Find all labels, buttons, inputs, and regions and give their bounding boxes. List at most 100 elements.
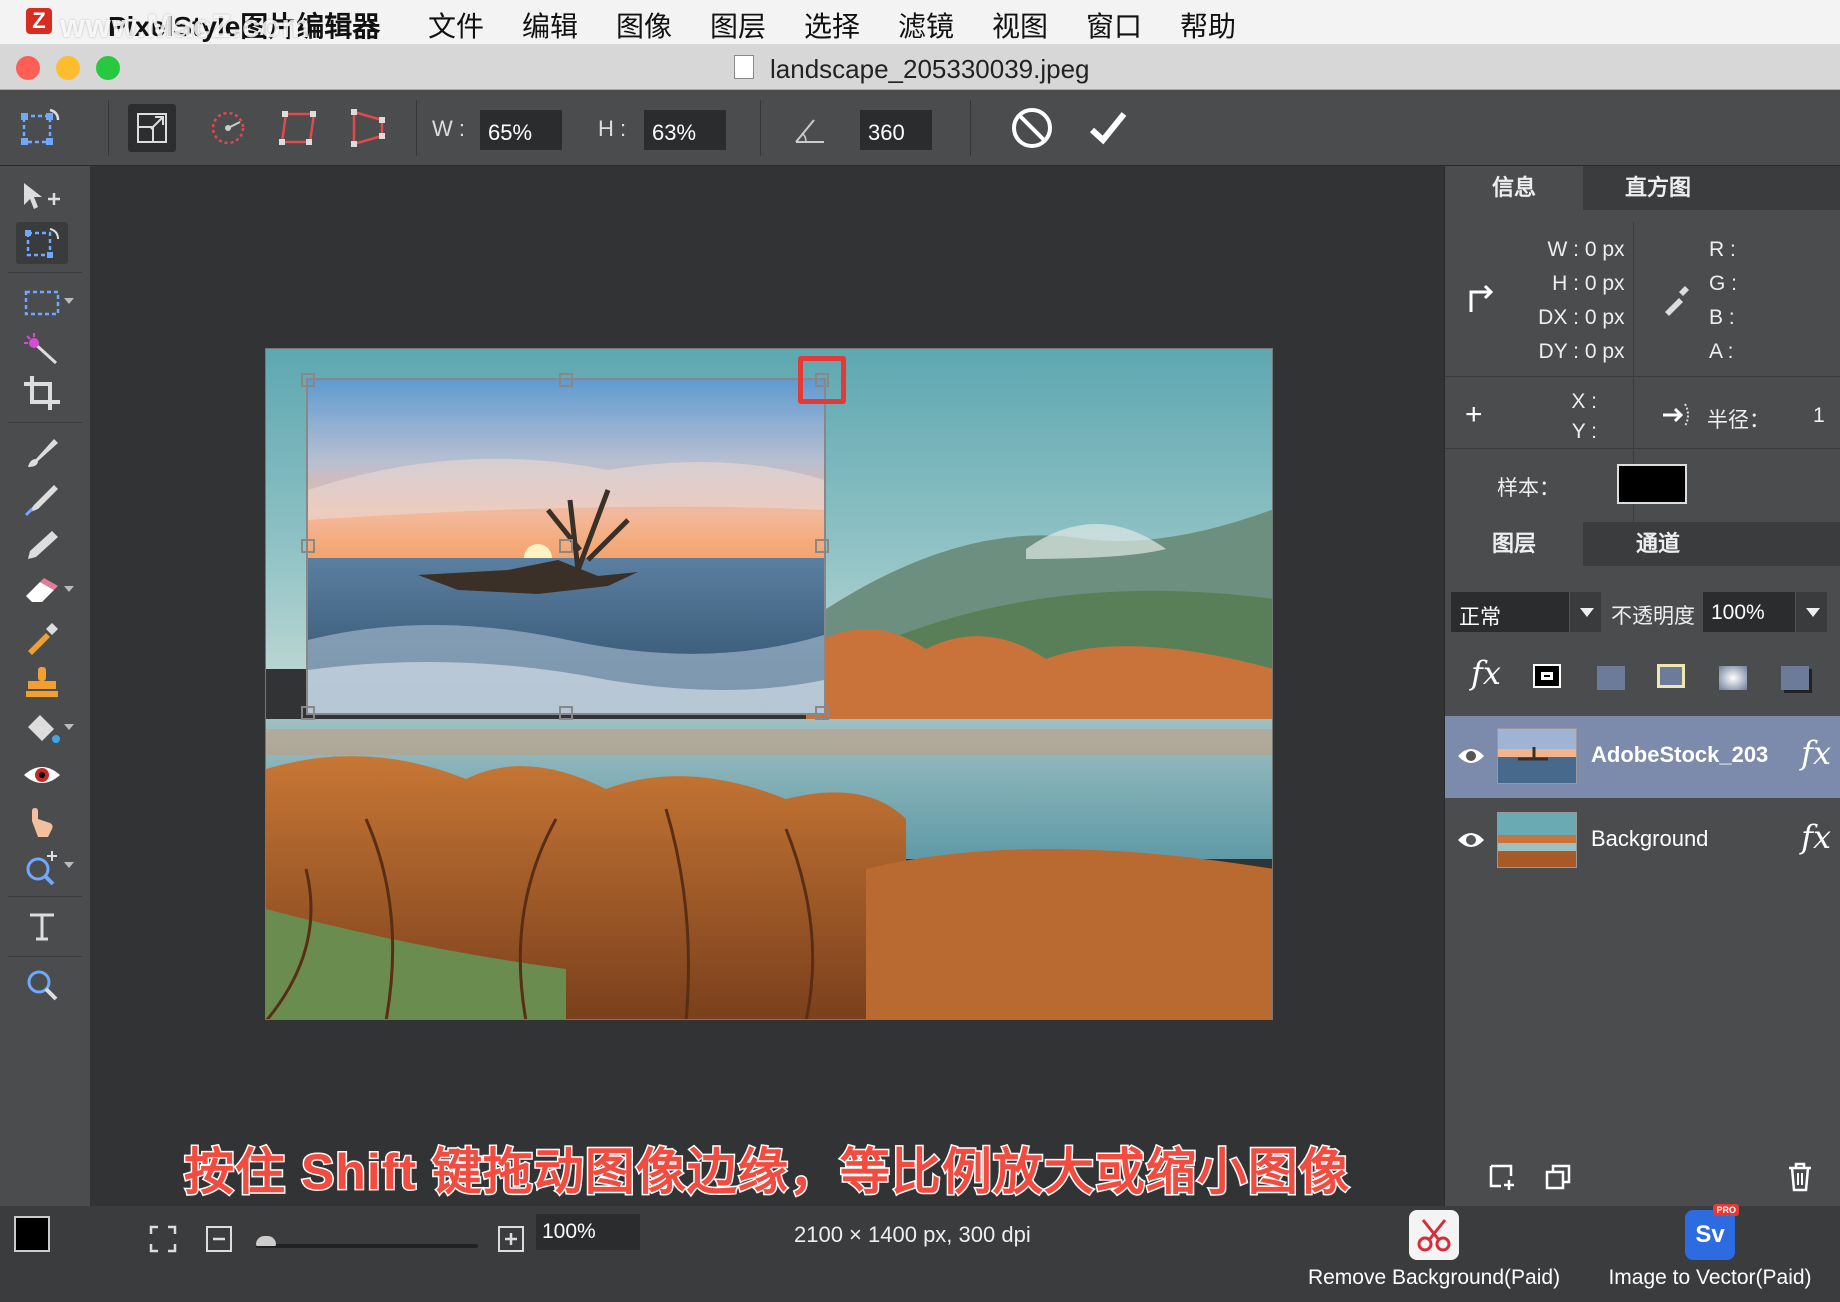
layer-effects-fx-icon[interactable]: fx — [1471, 654, 1501, 692]
opacity-select[interactable]: 100% — [1703, 592, 1827, 632]
zoom-out-icon[interactable] — [204, 1224, 234, 1254]
menu-window[interactable]: 窗口 — [1086, 5, 1142, 45]
zoom-tool-icon[interactable] — [16, 964, 68, 1006]
radius-value[interactable]: 1 — [1813, 404, 1825, 428]
width-percent-field[interactable]: 65% — [480, 110, 562, 150]
hand-tool-icon[interactable] — [16, 800, 68, 842]
angle-icon — [786, 104, 834, 152]
remove-background-button[interactable]: Remove Background(Paid) — [1294, 1210, 1574, 1290]
layer-fx-icon[interactable]: fx — [1801, 818, 1831, 856]
inner-glow-style-icon[interactable] — [1719, 666, 1747, 690]
tab-layers[interactable]: 图层 — [1445, 522, 1583, 566]
zoom-window-button[interactable] — [96, 56, 120, 80]
zoom-plus-tool-icon[interactable] — [16, 846, 74, 888]
height-label: H : — [598, 116, 627, 141]
sv-icon: Sv PRO — [1685, 1204, 1739, 1260]
minimize-window-button[interactable] — [56, 56, 80, 80]
blend-mode-select[interactable]: 正常 — [1451, 592, 1601, 632]
cancel-transform-icon[interactable] — [1008, 104, 1056, 152]
paint-bucket-tool-icon[interactable] — [16, 708, 74, 750]
layer-row-background[interactable]: Background fx — [1445, 800, 1840, 882]
sample-color-box[interactable] — [1617, 464, 1687, 504]
image-to-vector-button[interactable]: Sv PRO Image to Vector(Paid) — [1590, 1204, 1830, 1290]
zoom-slider-track[interactable] — [256, 1244, 478, 1248]
drop-shadow-style-icon[interactable] — [1781, 666, 1809, 690]
transform-tool-icon[interactable] — [16, 104, 64, 152]
blend-mode-caret-icon — [1569, 592, 1601, 632]
eyedropper-tool-icon[interactable] — [16, 616, 68, 658]
opacity-label: 不透明度 — [1611, 605, 1695, 628]
clone-stamp-tool-icon[interactable] — [16, 662, 68, 704]
outer-glow-style-icon[interactable] — [1657, 664, 1685, 688]
zoom-slider-thumb[interactable] — [256, 1236, 276, 1246]
transform-handle-top-middle[interactable] — [559, 373, 573, 387]
pencil-tool-icon[interactable] — [16, 524, 68, 566]
tab-histogram[interactable]: 直方图 — [1583, 166, 1733, 210]
layer-name[interactable]: AdobeStock_203 — [1591, 742, 1768, 768]
zoom-in-icon[interactable] — [496, 1224, 526, 1254]
fit-to-screen-icon[interactable] — [148, 1224, 178, 1254]
info-dy-value: 0 px — [1584, 340, 1625, 363]
transform-handle-bottom-left[interactable] — [301, 706, 315, 720]
transform-handle-top-left[interactable] — [301, 373, 315, 387]
transform-handle-middle-right[interactable] — [815, 539, 829, 553]
menu-select[interactable]: 选择 — [804, 5, 860, 45]
canvas-area[interactable]: 按住 Shift 键拖动图像边缘，等比例放大或缩小图像 — [90, 166, 1444, 1206]
layer-row-adobestock[interactable]: AdobeStock_203 fx — [1445, 716, 1840, 798]
eraser-tool-icon[interactable] — [16, 570, 74, 612]
app-name-menu[interactable]: PixelStyle图片编辑器 — [108, 5, 380, 45]
rotate-transform-icon[interactable] — [204, 104, 252, 152]
menu-file[interactable]: 文件 — [428, 5, 484, 45]
fill-style-icon[interactable] — [1597, 666, 1625, 690]
eye-visibility-icon[interactable] — [1457, 826, 1485, 857]
skew-transform-icon[interactable] — [274, 104, 322, 152]
transform-handle-bottom-middle[interactable] — [559, 706, 573, 720]
image-to-vector-label: Image to Vector(Paid) — [1608, 1266, 1812, 1289]
stroke-style-icon[interactable] — [1533, 664, 1561, 688]
menu-layer[interactable]: 图层 — [710, 5, 766, 45]
menu-edit[interactable]: 编辑 — [522, 5, 578, 45]
transform-handle-bottom-right[interactable] — [815, 706, 829, 720]
menu-filter[interactable]: 滤镜 — [898, 5, 954, 45]
layer-name[interactable]: Background — [1591, 826, 1708, 852]
blend-mode-value: 正常 — [1459, 606, 1501, 629]
delete-layer-trash-icon[interactable] — [1783, 1160, 1817, 1194]
z-logo-icon: Z — [26, 8, 52, 34]
scale-transform-icon[interactable] — [128, 104, 176, 152]
info-w-label: W : — [1547, 238, 1580, 261]
text-tool-icon[interactable] — [16, 906, 68, 948]
tutorial-caption: 按住 Shift 键拖动图像边缘，等比例放大或缩小图像 — [183, 1143, 1351, 1202]
new-layer-icon[interactable] — [1485, 1160, 1519, 1194]
layer-fx-icon[interactable]: fx — [1801, 734, 1831, 772]
tab-channels[interactable]: 通道 — [1583, 522, 1733, 566]
close-window-button[interactable] — [16, 56, 40, 80]
crop-tool-icon[interactable] — [16, 372, 68, 414]
menu-help[interactable]: 帮助 — [1180, 5, 1236, 45]
menu-view[interactable]: 视图 — [992, 5, 1048, 45]
smudge-tool-icon[interactable] — [16, 478, 68, 520]
zoom-percent-field[interactable]: 100% — [536, 1214, 640, 1250]
height-percent-field[interactable]: 63% — [644, 110, 726, 150]
foreground-color-swatch[interactable] — [14, 1216, 50, 1252]
perspective-transform-icon[interactable] — [344, 104, 392, 152]
layer-thumbnail-ocean — [1497, 728, 1577, 784]
eye-visibility-icon[interactable] — [1457, 742, 1485, 773]
apply-transform-check-icon[interactable] — [1084, 104, 1132, 152]
angle-field[interactable]: 360 — [860, 110, 932, 150]
marquee-select-tool-icon[interactable] — [16, 282, 74, 324]
duplicate-layer-icon[interactable] — [1541, 1160, 1575, 1194]
transform-handle-center[interactable] — [559, 539, 573, 553]
red-eye-tool-icon[interactable] — [16, 754, 68, 796]
tab-info[interactable]: 信息 — [1445, 166, 1583, 210]
menu-image[interactable]: 图像 — [616, 5, 672, 45]
eyedropper-info-icon — [1661, 280, 1691, 321]
transform-handle-middle-left[interactable] — [301, 539, 315, 553]
transform-tool-palette-icon[interactable] — [16, 222, 68, 264]
size-corner-icon — [1465, 284, 1495, 319]
brush-tool-icon[interactable] — [16, 432, 68, 474]
magic-wand-tool-icon[interactable] — [16, 328, 68, 370]
move-tool-icon[interactable] — [16, 176, 68, 218]
info-a-label: A : — [1709, 340, 1734, 363]
image-dimensions: 2100 × 1400 px, 300 dpi — [794, 1222, 1031, 1247]
info-g-label: G : — [1709, 272, 1738, 295]
